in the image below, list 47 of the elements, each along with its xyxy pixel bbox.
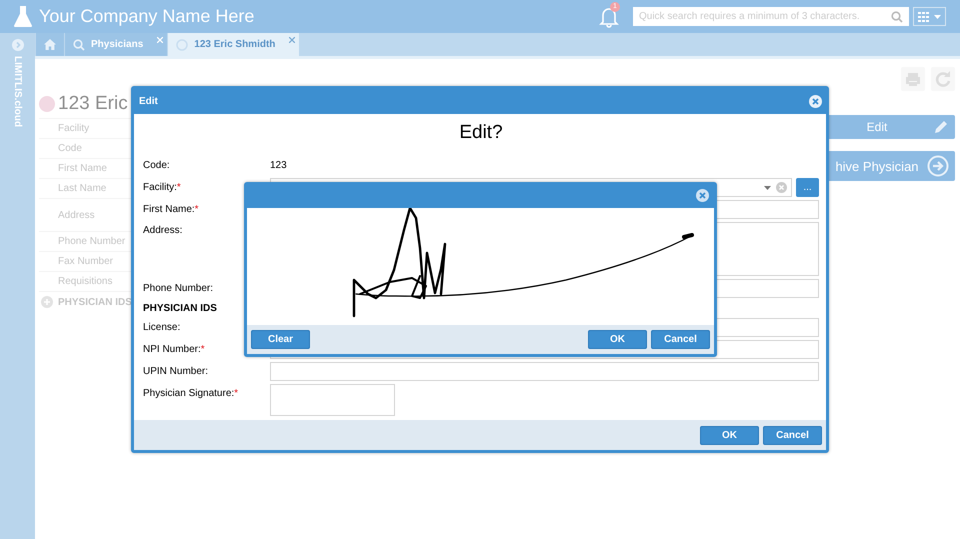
pencil-icon — [933, 119, 949, 135]
cancel-button[interactable]: Cancel — [651, 330, 710, 349]
field-label: Physician Signature:* — [143, 388, 238, 399]
dialog-title: Edit — [139, 96, 158, 107]
search-icon — [891, 10, 903, 22]
close-icon[interactable] — [809, 95, 822, 108]
status-dot-icon — [39, 96, 55, 112]
close-icon[interactable] — [289, 37, 296, 43]
browse-button[interactable]: ... — [796, 178, 819, 197]
section-heading: PHYSICIAN IDS — [58, 296, 132, 308]
field-label: UPIN Number: — [143, 366, 208, 377]
search-icon — [73, 38, 85, 50]
field-label: License: — [143, 322, 180, 333]
ok-button[interactable]: OK — [700, 426, 759, 444]
section-heading: PHYSICIAN IDS — [143, 302, 217, 314]
chevron-circle-icon[interactable] — [12, 39, 24, 51]
plus-circle-icon — [41, 296, 53, 308]
home-icon — [44, 39, 56, 50]
ok-button[interactable]: OK — [588, 330, 647, 349]
grid-icon — [918, 12, 930, 22]
close-icon[interactable] — [696, 188, 709, 202]
tab[interactable]: 123 Eric Shmidth — [168, 33, 300, 56]
field-label: Code: — [143, 160, 170, 171]
field-label: Facility:* — [143, 182, 181, 193]
input-field[interactable] — [270, 362, 819, 381]
field-label: NPI Number:* — [143, 344, 205, 355]
rail-label: LIMITLIS.cloud — [12, 56, 23, 128]
circle-icon — [176, 38, 188, 50]
caret-icon — [934, 14, 941, 18]
print-icon[interactable] — [901, 67, 925, 91]
cancel-button[interactable]: Cancel — [763, 426, 822, 444]
company-name: Your Company Name Here — [39, 6, 254, 27]
dialog-heading: Edit? — [458, 122, 504, 144]
home-tab[interactable] — [36, 33, 64, 56]
clear-icon — [776, 182, 787, 193]
tab[interactable]: Physicians — [65, 33, 168, 56]
clear-button[interactable]: Clear — [251, 330, 310, 349]
apps-menu-button[interactable] — [913, 7, 946, 26]
arrow-circle-icon — [927, 155, 949, 177]
caret-icon — [764, 186, 771, 190]
field-value: 123 — [270, 160, 287, 171]
flask-icon — [13, 6, 33, 28]
field-label: Phone Number: — [143, 283, 214, 294]
refresh-icon[interactable] — [931, 67, 955, 91]
field-label: First Name:* — [143, 204, 199, 215]
signature-field[interactable] — [270, 384, 395, 416]
record-title: 123 Eric — [58, 93, 128, 115]
